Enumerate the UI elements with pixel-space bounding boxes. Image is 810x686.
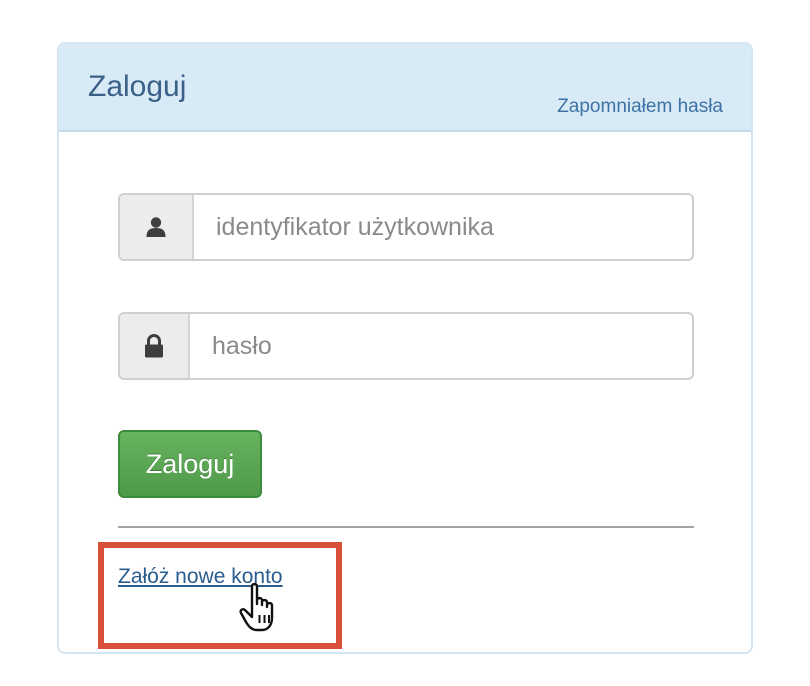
username-input[interactable] <box>194 195 692 259</box>
password-input[interactable] <box>190 314 692 378</box>
panel-heading: Zaloguj Zapomniałem hasła <box>59 44 751 132</box>
username-input-group <box>118 193 694 261</box>
username-addon <box>120 195 194 259</box>
password-addon <box>120 314 190 378</box>
lock-icon <box>144 334 164 358</box>
user-icon <box>145 216 167 238</box>
forgot-password-link[interactable]: Zapomniałem hasła <box>557 96 723 118</box>
panel-title: Zaloguj <box>88 70 187 103</box>
hand-pointer-cursor-icon <box>238 582 286 634</box>
login-button[interactable]: Zaloguj <box>118 430 262 498</box>
divider <box>118 526 694 528</box>
password-input-group <box>118 312 694 380</box>
